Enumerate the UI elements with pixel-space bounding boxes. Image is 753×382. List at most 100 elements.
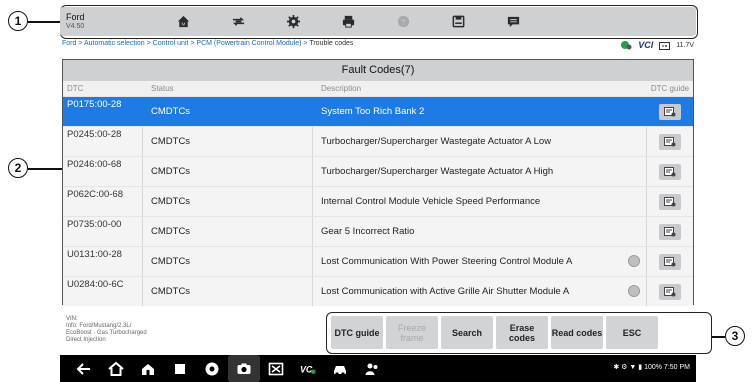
display-button[interactable]	[260, 355, 292, 382]
screenshot-button[interactable]	[228, 355, 260, 382]
header-dtc: DTC	[67, 84, 84, 93]
read-codes-button[interactable]: Read codes	[551, 316, 603, 349]
back-arrow-icon	[76, 362, 90, 375]
dtc-description: Turbocharger/Supercharger Wastegate Actu…	[313, 157, 647, 186]
callout-2-line	[28, 168, 62, 170]
breadcrumb-path[interactable]: Ford > Automatic selection > Control uni…	[62, 40, 308, 47]
dtc-status: CMDTCs	[143, 217, 313, 246]
fault-code-row[interactable]: U0284:00-6C CMDTCs Lost Communication with…	[63, 277, 693, 306]
autel-home-icon	[142, 363, 154, 375]
dtc-guide-cell	[647, 193, 693, 210]
dtc-guide-button[interactable]: DTC guide	[331, 316, 383, 349]
freeze-frame-button[interactable]: Freeze frame	[386, 316, 438, 349]
dtc-guide-row-button[interactable]	[659, 193, 681, 210]
vci-icon: VC	[300, 364, 316, 374]
make-label: Ford	[66, 11, 85, 22]
callout-2: 2	[8, 158, 28, 178]
dtc-guide-row-button[interactable]	[659, 283, 681, 300]
fault-code-row[interactable]: P0246:00-68 CMDTCs Turbocharger/Supercharg…	[63, 157, 693, 186]
battery-icon	[659, 41, 671, 50]
svg-text:VC: VC	[300, 364, 313, 374]
vehicle-info: VIN: Info: Ford/Mustang/2.3L/ EcoBoost ·…	[66, 316, 216, 344]
svg-text:M: M	[182, 22, 186, 27]
chrome-button[interactable]	[196, 355, 228, 382]
svg-text:?: ?	[401, 17, 405, 26]
breadcrumb-current: Trouble codes	[309, 40, 354, 47]
vci-status: VCI	[638, 40, 653, 50]
help-button[interactable]: ?	[376, 7, 431, 36]
esc-button[interactable]: ESC	[606, 316, 658, 349]
dtc-description: Gear 5 Incorrect Ratio	[313, 217, 647, 246]
settings-button[interactable]	[266, 7, 321, 36]
print-button[interactable]	[321, 7, 376, 36]
search-button[interactable]: Search	[441, 316, 493, 349]
header-status: Status	[151, 84, 174, 93]
dtc-status: CMDTCs	[143, 157, 313, 186]
freeze-frame-indicator-icon[interactable]	[628, 285, 640, 297]
dtc-guide-cell	[647, 103, 693, 120]
dtc-code: P0246:00-68	[63, 157, 143, 186]
freeze-frame-indicator-icon[interactable]	[628, 255, 640, 267]
home-button[interactable]: M	[156, 7, 211, 36]
injection-info: Direct Injection	[66, 337, 106, 343]
guide-icon	[664, 106, 676, 116]
fault-code-row[interactable]: U0131:00-28 CMDTCs Lost Communication With…	[63, 247, 693, 276]
callout-1-line	[28, 21, 60, 23]
panel-title: Fault Codes(7)	[63, 60, 693, 81]
dtc-guide-cell	[647, 283, 693, 300]
diagnostic-screen: 1 2 3 Ford V4.50 M ? Ford > Automatic se…	[0, 0, 753, 382]
network-icon	[621, 41, 632, 50]
dtc-guide-row-button[interactable]	[659, 253, 681, 270]
dtc-description: Lost Communication With Power Steering C…	[313, 247, 647, 276]
fault-code-row[interactable]: P0245:00-28 CMDTCs Turbocharger/Supercharg…	[63, 127, 693, 156]
vehicle-swap-button[interactable]	[211, 7, 266, 36]
dtc-guide-row-button[interactable]	[659, 103, 681, 120]
dtc-guide-row-button[interactable]	[659, 223, 681, 240]
table-header: DTC Status Description DTC guide	[63, 81, 693, 96]
callout-3-line	[711, 336, 725, 338]
dtc-guide-row-button[interactable]	[659, 133, 681, 150]
vci-manager-button[interactable]: VC	[292, 355, 324, 382]
house-icon	[108, 361, 124, 376]
engine-info: EcoBoost · Gas Turbocharged	[66, 330, 147, 336]
back-button[interactable]	[68, 355, 100, 382]
help-icon: ?	[397, 15, 410, 28]
recent-apps-icon	[175, 363, 185, 374]
save-button[interactable]	[431, 7, 486, 36]
dtc-description: Internal Control Module Vehicle Speed Pe…	[313, 187, 647, 216]
dtc-guide-cell	[647, 133, 693, 150]
dtc-description: Turbocharger/Supercharger Wastegate Actu…	[313, 127, 647, 156]
dtc-code: P0175:00-28	[63, 97, 143, 126]
dtc-description: System Too Rich Bank 2	[313, 97, 647, 126]
recent-apps-button[interactable]	[164, 355, 196, 382]
camera-icon	[237, 363, 251, 374]
fault-code-row[interactable]: P0735:00-00 CMDTCs Gear 5 Incorrect Ratio	[63, 217, 693, 246]
vehicle-title: Ford V4.50	[60, 12, 156, 32]
erase-codes-button[interactable]: Erase codes	[496, 316, 548, 349]
voltage-value: 11.7V	[676, 41, 694, 49]
message-button[interactable]	[486, 7, 541, 36]
fault-code-row[interactable]: P062C:00-68 CMDTCs Internal Control Module…	[63, 187, 693, 216]
fault-codes-panel: Fault Codes(7) DTC Status Description DT…	[62, 59, 694, 306]
callout-1: 1	[8, 11, 28, 31]
guide-icon	[664, 226, 676, 236]
dtc-code: U0284:00-6C	[63, 277, 143, 306]
fault-code-list: P0175:00-28 CMDTCs System Too Rich Bank 2P…	[63, 97, 693, 306]
dtc-status: CMDTCs	[143, 277, 313, 306]
system-status: ✱ ⚙ ▼ ▮ 100% 7:50 PM	[613, 364, 690, 371]
dtc-guide-row-button[interactable]	[659, 163, 681, 180]
vehicle-button[interactable]	[324, 355, 356, 382]
home-nav-button[interactable]	[100, 355, 132, 382]
guide-icon	[664, 166, 676, 176]
autel-home-button[interactable]	[132, 355, 164, 382]
vehicle-info-line: Info: Ford/Mustang/2.3L/	[66, 323, 132, 329]
dtc-code: P062C:00-68	[63, 187, 143, 216]
dtc-guide-cell	[647, 163, 693, 180]
function-bar: DTC guide Freeze frame Search Erase code…	[331, 316, 658, 349]
fault-code-row[interactable]: P0175:00-28 CMDTCs System Too Rich Bank 2	[63, 97, 693, 126]
users-button[interactable]	[356, 355, 388, 382]
print-icon	[342, 15, 355, 28]
dtc-code: U0131:00-28	[63, 247, 143, 276]
header-description: Description	[321, 84, 362, 93]
settings-icon	[286, 14, 301, 29]
